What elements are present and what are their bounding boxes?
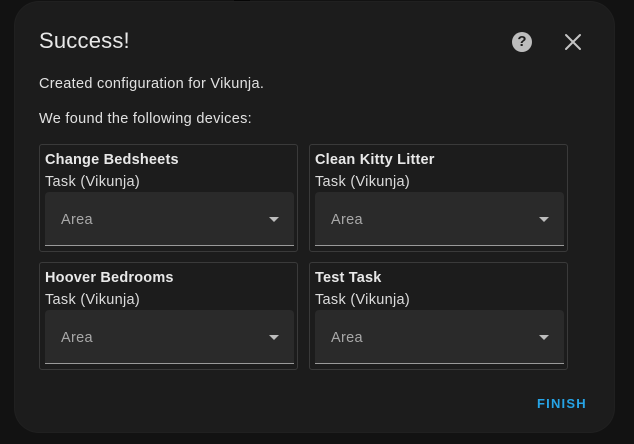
device-card-test-task: Test Task Task (Vikunja) Area (309, 262, 568, 370)
device-type: Task (Vikunja) (45, 174, 140, 190)
area-select-label: Area (331, 330, 363, 346)
area-select[interactable]: Area (315, 192, 564, 246)
help-icon[interactable]: ? (512, 32, 532, 52)
dropdown-arrow-icon (269, 217, 279, 222)
finish-button[interactable]: FINISH (537, 396, 587, 411)
config-created-message: Created configuration for Vikunja. (39, 76, 265, 92)
dropdown-arrow-icon (539, 335, 549, 340)
device-type: Task (Vikunja) (315, 174, 410, 190)
dialog-title: Success! (39, 28, 130, 53)
device-name: Clean Kitty Litter (315, 152, 435, 168)
close-icon[interactable] (561, 30, 585, 54)
device-card-clean-kitty-litter: Clean Kitty Litter Task (Vikunja) Area (309, 144, 568, 252)
area-select-label: Area (331, 212, 363, 228)
area-select-label: Area (61, 212, 93, 228)
device-name: Change Bedsheets (45, 152, 179, 168)
dropdown-arrow-icon (539, 217, 549, 222)
area-select[interactable]: Area (45, 192, 294, 246)
device-name: Test Task (315, 270, 382, 286)
device-type: Task (Vikunja) (315, 292, 410, 308)
device-name: Hoover Bedrooms (45, 270, 174, 286)
devices-intro-text: We found the following devices: (39, 111, 252, 127)
device-card-hoover-bedrooms: Hoover Bedrooms Task (Vikunja) Area (39, 262, 298, 370)
device-type: Task (Vikunja) (45, 292, 140, 308)
device-card-change-bedsheets: Change Bedsheets Task (Vikunja) Area (39, 144, 298, 252)
area-select[interactable]: Area (315, 310, 564, 364)
area-select-label: Area (61, 330, 93, 346)
area-select[interactable]: Area (45, 310, 294, 364)
success-dialog: Success! ? Created configuration for Vik… (15, 2, 614, 432)
dropdown-arrow-icon (269, 335, 279, 340)
